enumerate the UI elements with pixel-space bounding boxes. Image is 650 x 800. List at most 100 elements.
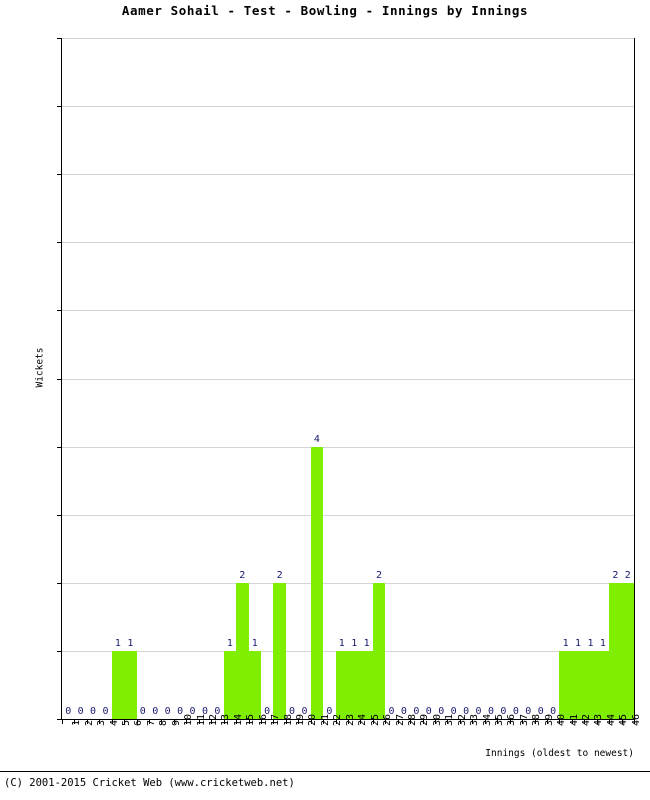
x-tick-mark (310, 719, 312, 724)
x-tick-mark (559, 719, 561, 724)
x-tick-mark (348, 719, 349, 724)
x-tick-mark (298, 719, 300, 724)
x-tick-mark (422, 719, 424, 724)
x-tick-mark (161, 719, 163, 724)
x-tick-mark (124, 719, 126, 724)
bar-value-label: 0 (164, 706, 171, 717)
bar-value-label: 1 (338, 637, 345, 649)
bar-value-label: 1 (114, 637, 121, 649)
y-axis-title: Wickets (34, 347, 46, 388)
bar (335, 650, 348, 719)
y-tick-mark (57, 514, 62, 516)
x-tick-mark (472, 719, 474, 724)
x-tick-mark (236, 719, 238, 724)
chart-title: Aamer Sohail - Test - Bowling - Innings … (121, 3, 529, 18)
bar (124, 650, 137, 719)
bar-value-label: 2 (276, 569, 283, 581)
y-gridline (62, 378, 634, 380)
x-tick-mark (634, 719, 635, 724)
y-gridline (62, 310, 634, 312)
x-tick-mark (609, 719, 611, 724)
y-tick-mark (57, 650, 62, 652)
x-tick-mark (435, 719, 437, 724)
x-tick-mark (534, 719, 536, 724)
bar (621, 582, 634, 719)
y-tick-mark (57, 446, 62, 448)
bowling-innings-chart: Aamer Sohail - Test - Bowling - Innings … (0, 0, 650, 800)
bar (596, 650, 610, 719)
x-tick-mark (273, 719, 275, 724)
bar-value-label: 0 (90, 706, 97, 717)
y-tick-mark (57, 38, 62, 39)
bar-value-label: 1 (575, 637, 582, 649)
x-tick-mark (99, 719, 101, 724)
bar (372, 582, 386, 719)
x-tick-mark (397, 719, 399, 724)
bar-value-label: 4 (313, 433, 320, 445)
plot-right-border (634, 38, 635, 720)
bar-value-label: 0 (77, 706, 84, 717)
bar-value-label: 0 (152, 706, 159, 717)
x-tick-mark (522, 719, 524, 724)
x-tick-mark (335, 719, 337, 724)
bar-value-label: 1 (587, 637, 594, 649)
bar-value-label: 0 (139, 706, 146, 717)
x-tick-mark (584, 719, 586, 724)
x-tick-mark (546, 719, 548, 724)
x-tick-mark (223, 719, 225, 724)
x-tick-mark (571, 719, 573, 724)
y-tick-mark (57, 174, 62, 176)
x-tick-mark (74, 719, 76, 724)
x-tick-mark (248, 719, 250, 724)
bar (348, 650, 361, 719)
x-tick-mark (596, 719, 598, 724)
x-tick-mark (198, 719, 200, 724)
x-tick-mark (173, 719, 175, 724)
y-gridline (62, 106, 634, 108)
x-tick-mark (447, 719, 449, 724)
bar-value-label: 1 (363, 637, 370, 649)
x-tick-mark (211, 719, 213, 724)
x-tick-mark (260, 719, 262, 724)
bar-value-label: 1 (562, 637, 569, 649)
x-tick-mark (509, 719, 511, 724)
x-tick-mark (497, 719, 499, 724)
bar (360, 650, 373, 719)
bar-value-label: 1 (351, 637, 358, 649)
y-tick-mark (57, 310, 62, 312)
bar-value-label: 2 (624, 569, 631, 581)
bar (584, 650, 597, 719)
bar-value-label: 0 (102, 706, 109, 717)
y-gridline (62, 582, 634, 584)
x-tick-mark (86, 719, 88, 724)
bar-value-label: 1 (251, 637, 258, 649)
x-tick-mark (111, 719, 113, 724)
x-tick-mark (62, 719, 63, 724)
copyright-text: (C) 2001-2015 Cricket Web (www.cricketwe… (4, 777, 295, 789)
bar (111, 650, 125, 719)
bar-value-label: 2 (239, 569, 246, 581)
y-gridline (62, 38, 634, 39)
y-gridline (62, 174, 634, 176)
x-tick-mark (323, 719, 325, 724)
x-tick-mark (372, 719, 374, 724)
bar-value-label: 2 (376, 569, 383, 581)
plot-area: 0000110000000121020040111200000000000000… (57, 38, 634, 720)
bar (273, 582, 286, 719)
x-tick-mark (360, 719, 362, 724)
bar-value-label: 1 (599, 637, 606, 649)
bar (559, 650, 572, 719)
x-tick-mark (484, 719, 486, 724)
x-tick-mark (149, 719, 151, 724)
y-gridline (62, 514, 634, 516)
x-tick-mark (621, 719, 623, 724)
y-tick-mark (57, 242, 62, 244)
x-tick-mark (186, 719, 188, 724)
y-tick-mark (57, 106, 62, 108)
bar (236, 582, 249, 719)
bar-value-label: 2 (612, 569, 619, 581)
bar-value-label: 0 (65, 706, 72, 717)
x-tick-mark (136, 719, 138, 724)
bar-value-label: 1 (127, 637, 134, 649)
x-axis-title: Innings (oldest to newest) (485, 748, 634, 759)
